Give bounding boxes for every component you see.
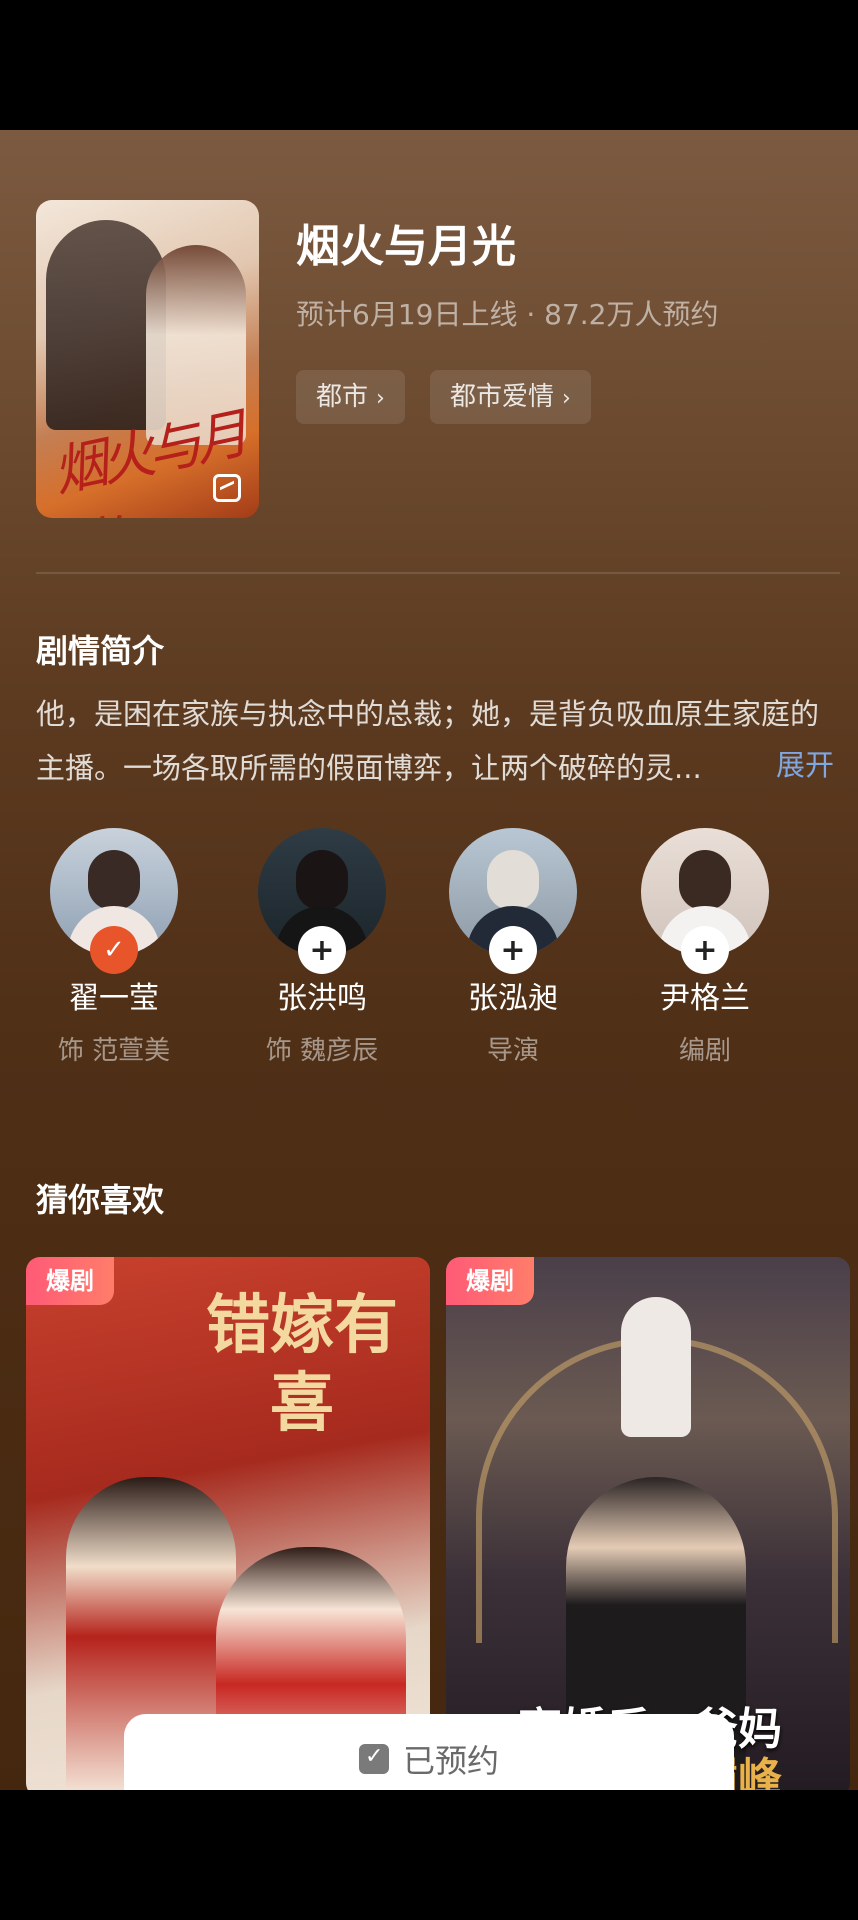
tag-label: 都市爱情: [450, 382, 555, 412]
release-info: 预计6月19日上线 · 87.2万人预约: [296, 298, 719, 331]
synopsis-heading: 剧情简介: [36, 632, 165, 670]
tag-label: 都市: [316, 382, 369, 412]
recommend-card[interactable]: 离婚后，爸妈 带我走上巅峰 爆剧: [446, 1257, 850, 1790]
recommend-card[interactable]: 错嫁有喜 爆剧: [26, 1257, 430, 1790]
show-detail-page: 烟火与月光 烟火与月光 预计6月19日上线 · 87.2万人预约 都市 › 都市爱…: [0, 130, 858, 1790]
cast-item[interactable]: ✓ 翟一莹 饰 范萱美: [44, 828, 184, 1066]
hot-badge: 爆剧: [26, 1257, 114, 1305]
follow-plus-icon[interactable]: +: [298, 926, 346, 974]
calendar-check-icon: [358, 1744, 389, 1774]
crew-item[interactable]: + 张泓昶 导演: [443, 828, 583, 1066]
cast-item[interactable]: + 张洪鸣 饰 魏彦辰: [252, 828, 392, 1066]
chevron-right-icon: ›: [562, 386, 571, 411]
show-poster[interactable]: 烟火与月光: [36, 200, 259, 518]
person-role: 编剧: [678, 1036, 731, 1066]
person-role: 饰 范萱美: [57, 1036, 171, 1066]
expand-link[interactable]: 展开: [776, 742, 834, 784]
divider: [36, 572, 840, 574]
follow-plus-icon[interactable]: +: [489, 926, 537, 974]
reserved-button[interactable]: 已预约: [124, 1714, 734, 1790]
synopsis-text: 他，是困在家族与执念中的总裁；她，是背负吸血原生家庭的主播。一场各取所需的假面博…: [36, 697, 820, 785]
tag-dushi-aiqing[interactable]: 都市爱情 ›: [430, 370, 591, 424]
person-name: 张洪鸣: [277, 981, 367, 1016]
person-role: 导演: [486, 1036, 539, 1066]
person-name: 尹格兰: [660, 981, 750, 1016]
recommend-heading: 猜你喜欢: [36, 1181, 165, 1219]
person-name: 张泓昶: [468, 981, 558, 1016]
tag-dushi[interactable]: 都市 ›: [296, 370, 405, 424]
person-name: 翟一莹: [69, 981, 159, 1016]
show-title: 烟火与月光: [296, 221, 516, 272]
crew-item[interactable]: + 尹格兰 编剧: [635, 828, 775, 1066]
bottom-black-bar: [0, 1790, 858, 1920]
followed-check-icon[interactable]: ✓: [90, 926, 138, 974]
reserved-label: 已预约: [402, 1742, 499, 1780]
poster-figure: [621, 1297, 691, 1437]
chevron-right-icon: ›: [376, 386, 385, 411]
image-gallery-icon[interactable]: [213, 474, 241, 502]
poster-title: 错嫁有喜: [206, 1288, 398, 1441]
follow-plus-icon[interactable]: +: [681, 926, 729, 974]
hot-badge: 爆剧: [446, 1257, 534, 1305]
status-bar-area: [0, 0, 858, 130]
person-role: 饰 魏彦辰: [265, 1036, 379, 1066]
